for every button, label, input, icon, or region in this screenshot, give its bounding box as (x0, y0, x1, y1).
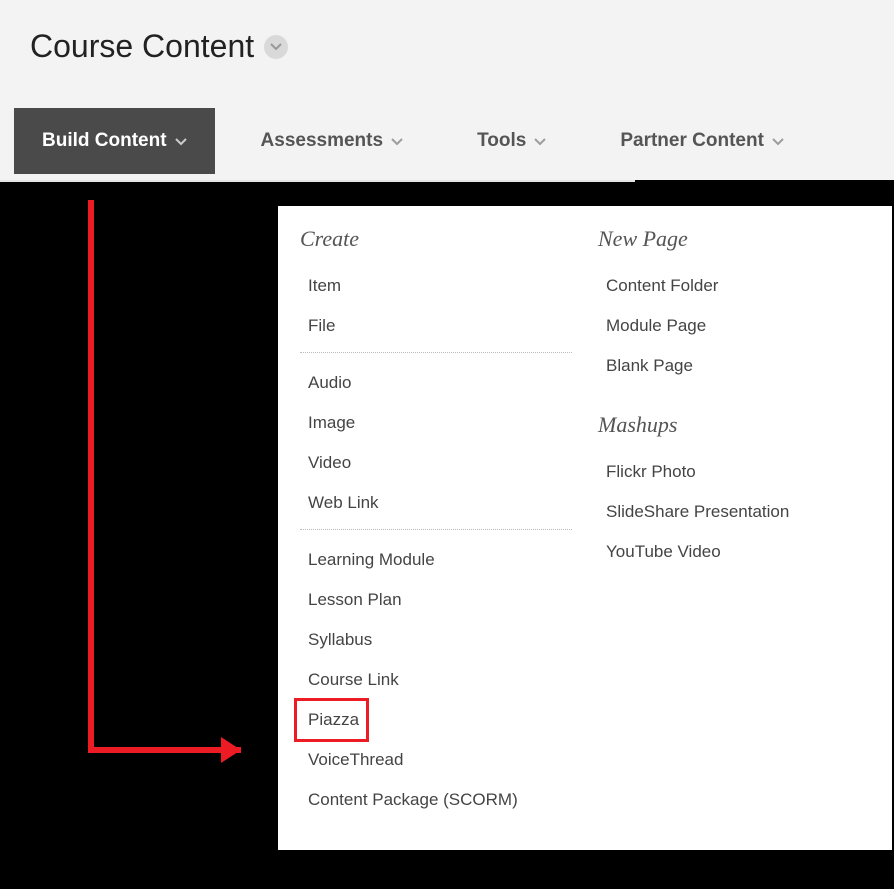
menu-item-item[interactable]: Item (296, 266, 576, 306)
page-title-row: Course Content (0, 0, 894, 65)
tabbar-underline (0, 180, 635, 182)
dropdown-heading-create: Create (296, 226, 576, 252)
chevron-down-icon (534, 133, 546, 149)
tab-bar: Build Content Assessments Tools Partner … (14, 108, 812, 174)
header-band: Course Content Build Content Assessments… (0, 0, 894, 180)
menu-item-piazza[interactable]: Piazza (296, 700, 367, 740)
menu-item-course-link[interactable]: Course Link (296, 660, 576, 700)
dropdown-heading-mashups: Mashups (594, 412, 874, 438)
menu-item-audio[interactable]: Audio (296, 363, 576, 403)
chevron-down-icon (175, 133, 187, 149)
tab-label: Tools (477, 130, 526, 152)
build-content-dropdown: Create Item File Audio Image Video Web L… (278, 206, 892, 850)
menu-item-scorm[interactable]: Content Package (SCORM) (296, 780, 576, 820)
dropdown-left-column: Create Item File Audio Image Video Web L… (296, 226, 576, 820)
menu-item-content-folder[interactable]: Content Folder (594, 266, 874, 306)
menu-item-image[interactable]: Image (296, 403, 576, 443)
menu-item-learning-module[interactable]: Learning Module (296, 540, 576, 580)
tab-build-content[interactable]: Build Content (14, 108, 215, 174)
page-title: Course Content (30, 28, 254, 65)
menu-item-voicethread[interactable]: VoiceThread (296, 740, 576, 780)
tab-tools[interactable]: Tools (449, 108, 574, 174)
chevron-down-icon (391, 133, 403, 149)
chevron-down-icon (270, 43, 282, 51)
menu-separator (300, 352, 572, 353)
menu-separator (300, 529, 572, 530)
chevron-down-icon (772, 133, 784, 149)
title-context-menu-button[interactable] (264, 35, 288, 59)
menu-item-web-link[interactable]: Web Link (296, 483, 576, 523)
menu-item-video[interactable]: Video (296, 443, 576, 483)
dropdown-right-column: New Page Content Folder Module Page Blan… (594, 226, 874, 820)
dropdown-heading-new-page: New Page (594, 226, 874, 252)
tab-partner-content[interactable]: Partner Content (592, 108, 812, 174)
menu-item-module-page[interactable]: Module Page (594, 306, 874, 346)
menu-item-blank-page[interactable]: Blank Page (594, 346, 874, 386)
menu-item-syllabus[interactable]: Syllabus (296, 620, 576, 660)
menu-item-lesson-plan[interactable]: Lesson Plan (296, 580, 576, 620)
menu-item-file[interactable]: File (296, 306, 576, 346)
menu-item-youtube-video[interactable]: YouTube Video (594, 532, 874, 572)
tab-label: Build Content (42, 130, 167, 152)
tab-label: Assessments (261, 130, 384, 152)
menu-item-flickr-photo[interactable]: Flickr Photo (594, 452, 874, 492)
annotation-arrow-icon (81, 195, 291, 770)
tab-label: Partner Content (620, 130, 764, 152)
tab-assessments[interactable]: Assessments (233, 108, 432, 174)
menu-item-slideshare[interactable]: SlideShare Presentation (594, 492, 874, 532)
